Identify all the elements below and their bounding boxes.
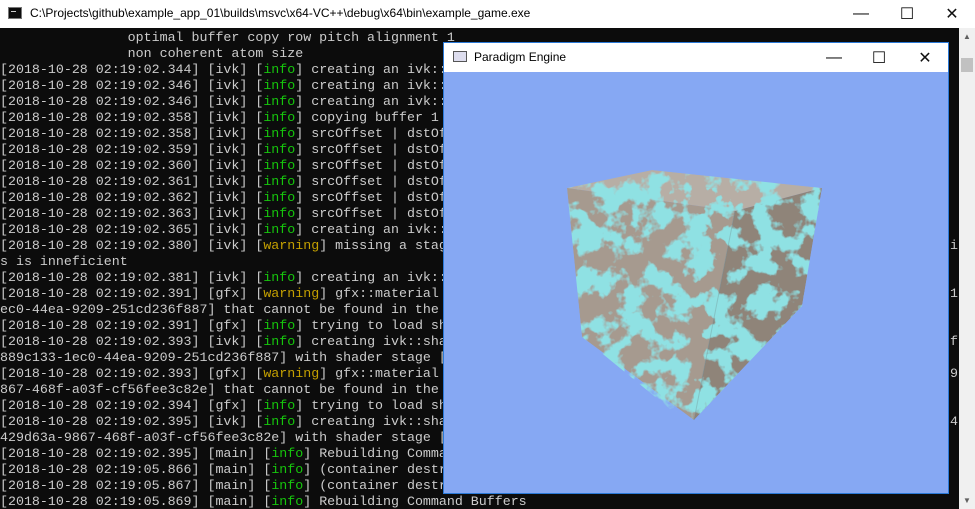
console-line: [2018-10-28 02:19:02.391] [gfx] [warning… bbox=[0, 286, 439, 301]
console-app-icon bbox=[8, 7, 22, 19]
console-line: [2018-10-28 02:19:02.346] [ivk] [info] c… bbox=[0, 78, 455, 93]
console-line: [2018-10-28 02:19:02.395] [main] [info] … bbox=[0, 446, 447, 461]
console-line: [2018-10-28 02:19:05.869] [main] [info] … bbox=[0, 494, 527, 509]
log-level-warning: warning bbox=[263, 238, 320, 253]
console-line: [2018-10-28 02:19:02.381] [ivk] [info] c… bbox=[0, 270, 447, 285]
log-level-info: info bbox=[263, 142, 296, 157]
log-level-info: info bbox=[263, 78, 296, 93]
textured-cube bbox=[567, 170, 822, 421]
console-line: [2018-10-28 02:19:02.393] [ivk] [info] c… bbox=[0, 334, 447, 349]
game-window-title: Paradigm Engine bbox=[474, 50, 567, 64]
console-titlebar[interactable]: C:\Projects\github\example_app_01\builds… bbox=[0, 0, 975, 28]
log-level-info: info bbox=[263, 206, 296, 221]
scroll-up-arrow-icon[interactable]: ▲ bbox=[959, 28, 975, 45]
log-level-info: info bbox=[263, 94, 296, 109]
console-line: [2018-10-28 02:19:02.395] [ivk] [info] c… bbox=[0, 414, 447, 429]
game-titlebar[interactable]: Paradigm Engine — ☐ ✕ bbox=[444, 43, 948, 72]
log-level-warning: warning bbox=[263, 366, 320, 381]
render-viewport[interactable] bbox=[444, 72, 948, 493]
log-level-info: info bbox=[263, 158, 296, 173]
console-line: 889c133-1ec0-44ea-9209-251cd236f887] wit… bbox=[0, 350, 447, 365]
console-line: ec0-44ea-9209-251cd236f887] that cannot … bbox=[0, 302, 439, 317]
log-level-info: info bbox=[263, 334, 296, 349]
log-level-info: info bbox=[271, 478, 304, 493]
console-line: [2018-10-28 02:19:02.362] [ivk] [info] s… bbox=[0, 190, 447, 205]
console-line: optimal buffer copy row pitch alignment … bbox=[0, 30, 455, 45]
console-minimize-button[interactable]: — bbox=[838, 0, 884, 28]
console-line: [2018-10-28 02:19:02.358] [ivk] [info] s… bbox=[0, 126, 447, 141]
console-line: [2018-10-28 02:19:02.365] [ivk] [info] c… bbox=[0, 222, 447, 237]
console-line: [2018-10-28 02:19:02.346] [ivk] [info] c… bbox=[0, 94, 455, 109]
scroll-down-arrow-icon[interactable]: ▼ bbox=[959, 492, 975, 509]
log-level-info: info bbox=[263, 62, 296, 77]
console-line-fragment: f bbox=[950, 334, 958, 349]
log-level-info: info bbox=[271, 446, 304, 461]
console-line: [2018-10-28 02:19:02.363] [ivk] [info] s… bbox=[0, 206, 447, 221]
console-line: 429d63a-9867-468f-a03f-cf56fee3c82e] wit… bbox=[0, 430, 447, 445]
log-level-info: info bbox=[263, 126, 296, 141]
console-line: [2018-10-28 02:19:02.359] [ivk] [info] s… bbox=[0, 142, 447, 157]
console-line: [2018-10-28 02:19:02.393] [gfx] [warning… bbox=[0, 366, 439, 381]
console-line: [2018-10-28 02:19:02.360] [ivk] [info] s… bbox=[0, 158, 447, 173]
console-line-fragment: 9 bbox=[950, 366, 958, 381]
game-close-button[interactable]: ✕ bbox=[902, 43, 948, 72]
console-line: [2018-10-28 02:19:02.380] [ivk] [warning… bbox=[0, 238, 447, 253]
console-line: [2018-10-28 02:19:05.866] [main] [info] … bbox=[0, 462, 447, 477]
console-line: [2018-10-28 02:19:02.394] [gfx] [info] t… bbox=[0, 398, 447, 413]
console-line-fragment: i bbox=[950, 238, 958, 253]
console-line-fragment: 4 bbox=[950, 414, 958, 429]
console-line: [2018-10-28 02:19:02.361] [ivk] [info] s… bbox=[0, 174, 447, 189]
console-line: [2018-10-28 02:19:02.344] [ivk] [info] c… bbox=[0, 62, 455, 77]
console-scrollbar[interactable]: ▲ ▼ bbox=[959, 28, 975, 509]
game-app-icon bbox=[453, 51, 467, 62]
log-level-info: info bbox=[263, 174, 296, 189]
console-line: 867-468f-a03f-cf56fee3c82e] that cannot … bbox=[0, 382, 439, 397]
console-line: [2018-10-28 02:19:05.867] [main] [info] … bbox=[0, 478, 447, 493]
log-level-info: info bbox=[263, 110, 296, 125]
console-line: s is inneficient bbox=[0, 254, 128, 269]
log-level-info: info bbox=[263, 414, 296, 429]
console-line: non coherent atom size bbox=[0, 46, 304, 61]
console-line-fragment: 1 bbox=[950, 286, 958, 301]
game-minimize-button[interactable]: — bbox=[811, 43, 857, 72]
log-level-info: info bbox=[263, 398, 296, 413]
console-maximize-button[interactable]: ☐ bbox=[884, 0, 930, 28]
log-level-info: info bbox=[263, 270, 296, 285]
log-level-info: info bbox=[263, 190, 296, 205]
game-window[interactable]: Paradigm Engine — ☐ ✕ bbox=[443, 42, 949, 494]
scroll-thumb[interactable] bbox=[961, 58, 973, 72]
log-level-info: info bbox=[271, 494, 304, 509]
log-level-info: info bbox=[271, 462, 304, 477]
game-maximize-button[interactable]: ☐ bbox=[856, 43, 902, 72]
log-level-info: info bbox=[263, 318, 296, 333]
log-level-warning: warning bbox=[263, 286, 320, 301]
console-window-title: C:\Projects\github\example_app_01\builds… bbox=[30, 6, 531, 20]
console-close-button[interactable]: ✕ bbox=[929, 0, 975, 28]
log-level-info: info bbox=[263, 222, 296, 237]
console-line: [2018-10-28 02:19:02.391] [gfx] [info] t… bbox=[0, 318, 447, 333]
console-line: [2018-10-28 02:19:02.358] [ivk] [info] c… bbox=[0, 110, 439, 125]
